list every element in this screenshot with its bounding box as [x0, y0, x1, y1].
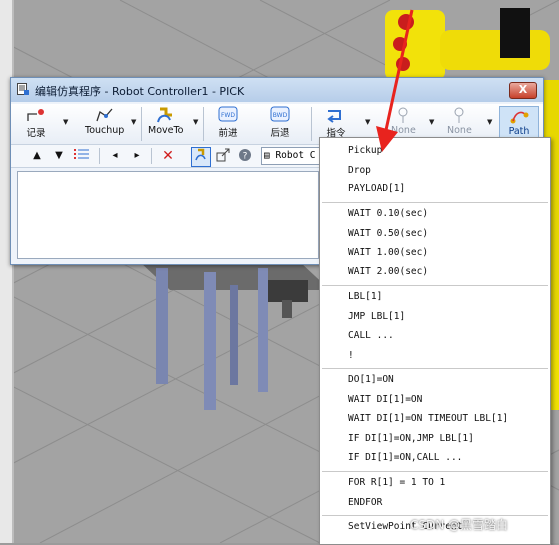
forward-icon: FWD	[218, 106, 238, 122]
svg-text:?: ?	[243, 152, 248, 162]
export-icon[interactable]	[215, 148, 231, 164]
touchup-button[interactable]: Touchup	[85, 106, 124, 136]
menu-separator	[322, 285, 548, 286]
watermark-text: CSDN @黑雪踏白	[410, 518, 509, 532]
delete-icon[interactable]: ✕	[161, 148, 175, 164]
backward-label: 后退	[270, 128, 290, 139]
toolbar-separator	[203, 107, 204, 141]
none-button-2[interactable]: None	[447, 106, 472, 136]
menu-separator	[322, 202, 548, 203]
none-label-2: None	[447, 125, 472, 136]
controller-icon: ▤	[264, 150, 276, 161]
menu-item-if-di-jmp[interactable]: IF DI[1]=ON,JMP LBL[1]	[348, 433, 474, 444]
toolbar-separator	[99, 148, 100, 164]
instruction-icon	[327, 110, 341, 123]
toolbar-separator	[151, 148, 152, 164]
move-up-icon[interactable]: ▲	[31, 148, 43, 164]
forward-icon-text: FWD	[221, 112, 235, 119]
forward-button[interactable]: FWD 前进	[217, 106, 239, 139]
menu-item-do-on[interactable]: DO[1]=ON	[348, 374, 394, 385]
record-button[interactable]: 记录	[25, 106, 47, 139]
help-icon[interactable]: ?	[237, 148, 253, 164]
next-icon[interactable]: ▸	[131, 148, 143, 164]
menu-separator	[322, 368, 548, 369]
menu-item-wait-200[interactable]: WAIT 2.00(sec)	[348, 266, 428, 277]
menu-item-call[interactable]: CALL ...	[348, 330, 394, 341]
backward-icon-text: BWD	[273, 112, 288, 119]
touchup-icon	[96, 108, 113, 122]
menu-item-endfor[interactable]: ENDFOR	[348, 497, 382, 508]
moveto-dropdown[interactable]: ▼	[193, 118, 198, 126]
menu-item-wait-010[interactable]: WAIT 0.10(sec)	[348, 208, 428, 219]
menu-item-comment[interactable]: !	[348, 350, 354, 361]
forward-label: 前进	[218, 128, 238, 139]
close-button[interactable]: X	[509, 82, 537, 99]
path-icon	[510, 111, 529, 124]
moveto-button[interactable]: MoveTo	[148, 106, 183, 136]
move-down-icon[interactable]: ▼	[53, 148, 65, 164]
backward-icon: BWD	[270, 106, 290, 122]
title-bar: 编辑仿真程序 - Robot Controller1 - PICK X	[11, 78, 543, 102]
moveto-icon	[156, 107, 172, 123]
record-icon	[27, 109, 44, 121]
menu-item-wait-di-timeout[interactable]: WAIT DI[1]=ON TIMEOUT LBL[1]	[348, 413, 508, 424]
menu-item-lbl[interactable]: LBL[1]	[348, 291, 382, 302]
menu-item-for[interactable]: FOR R[1] = 1 TO 1	[348, 477, 445, 488]
menu-item-wait-100[interactable]: WAIT 1.00(sec)	[348, 247, 428, 258]
menu-item-wait-di[interactable]: WAIT DI[1]=ON	[348, 394, 422, 405]
robot-move-icon[interactable]	[191, 147, 211, 167]
menu-separator	[322, 471, 548, 472]
none-dropdown-1[interactable]: ▼	[429, 118, 434, 126]
touchup-label: Touchup	[85, 125, 125, 136]
path-label: Path	[508, 126, 530, 137]
window-title: 编辑仿真程序 - Robot Controller1 - PICK	[35, 85, 245, 98]
program-editor-area[interactable]	[17, 171, 319, 259]
menu-item-drop[interactable]: Drop	[348, 165, 371, 176]
controller-combo[interactable]: ▤ Robot C	[261, 147, 327, 165]
touchup-dropdown[interactable]: ▼	[131, 118, 136, 126]
controller-combo-value: Robot C	[275, 150, 316, 161]
record-dropdown[interactable]: ▼	[63, 118, 68, 126]
menu-item-payload[interactable]: PAYLOAD[1]	[348, 183, 405, 194]
prev-icon[interactable]: ◂	[109, 148, 121, 164]
program-icon	[17, 83, 29, 95]
instruction-button[interactable]: 指令	[325, 106, 347, 139]
none-dropdown-2[interactable]: ▼	[487, 118, 492, 126]
menu-item-jmp-lbl[interactable]: JMP LBL[1]	[348, 311, 405, 322]
record-label: 记录	[26, 128, 46, 139]
toolbar-separator	[141, 107, 142, 141]
moveto-label: MoveTo	[148, 125, 184, 136]
annotation-arrow-icon	[376, 9, 414, 152]
io-icon	[454, 107, 464, 123]
menu-item-wait-050[interactable]: WAIT 0.50(sec)	[348, 228, 428, 239]
menu-item-if-di-call[interactable]: IF DI[1]=ON,CALL ...	[348, 452, 462, 463]
instruction-menu: Pickup Drop PAYLOAD[1] WAIT 0.10(sec) WA…	[319, 137, 551, 545]
list-icon[interactable]	[73, 148, 91, 164]
toolbar-separator	[311, 107, 312, 141]
backward-button[interactable]: BWD 后退	[269, 106, 291, 139]
